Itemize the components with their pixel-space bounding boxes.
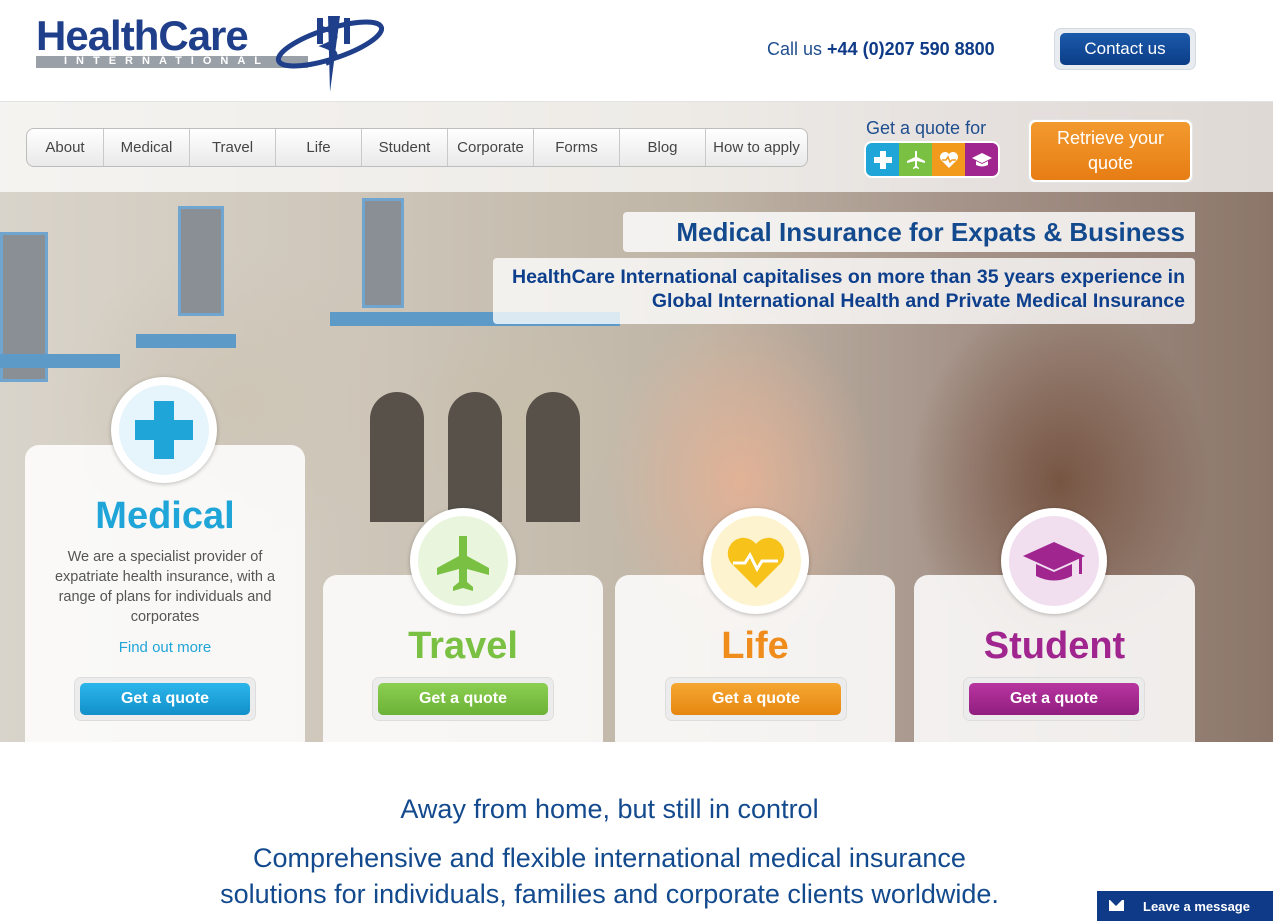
- card-medical-find-out-more[interactable]: Find out more: [25, 639, 305, 656]
- intro-tagline: Away from home, but still in control: [400, 794, 819, 824]
- background-window: [178, 206, 224, 316]
- graduation-cap-icon: [1009, 516, 1099, 606]
- hero-headline-box: Medical Insurance for Expats & Business: [623, 212, 1195, 252]
- heart-icon[interactable]: [932, 143, 965, 176]
- card-travel-circle: [410, 508, 516, 614]
- plane-icon: [418, 516, 508, 606]
- card-life-button-wrap: Get a quote: [666, 678, 846, 720]
- get-quote-for-label: Get a quote for: [866, 118, 987, 138]
- retrieve-quote-line2: quote: [1087, 153, 1134, 173]
- hero-subhead: HealthCare International capitalises on …: [495, 265, 1185, 313]
- card-medical-circle: [111, 377, 217, 483]
- nav-item-travel[interactable]: Travel: [190, 129, 276, 166]
- intro-line-2: solutions for individuals, families and …: [220, 879, 999, 909]
- logo[interactable]: HealthCare INTERNATIONAL: [34, 8, 386, 94]
- contact-us-button[interactable]: Contact us: [1060, 33, 1190, 65]
- logo-text: HealthCare: [36, 12, 249, 59]
- graduation-cap-icon[interactable]: [965, 143, 998, 176]
- nav-item-corporate[interactable]: Corporate: [448, 129, 534, 166]
- background-balcony: [0, 354, 120, 368]
- card-medical-title: Medical: [95, 495, 235, 537]
- card-travel-button-wrap: Get a quote: [373, 678, 553, 720]
- nav-item-blog[interactable]: Blog: [620, 129, 706, 166]
- retrieve-quote-button[interactable]: Retrieve your quote: [1031, 122, 1190, 180]
- card-life-circle: [703, 508, 809, 614]
- site-header: HealthCare INTERNATIONAL Call us +44 (0)…: [0, 0, 1273, 102]
- card-life-title: Life: [721, 625, 789, 667]
- leave-a-message-widget[interactable]: Leave a message: [1097, 891, 1273, 921]
- card-medical-button-wrap: Get a quote: [75, 678, 255, 720]
- card-student-circle: [1001, 508, 1107, 614]
- background-arch: [370, 392, 424, 522]
- nav-item-forms[interactable]: Forms: [534, 129, 620, 166]
- card-student-title: Student: [983, 625, 1126, 667]
- nav-item-how-to-apply[interactable]: How to apply: [706, 129, 807, 166]
- background-arch: [448, 392, 502, 522]
- nav-item-life[interactable]: Life: [276, 129, 362, 166]
- leave-a-message-label: Leave a message: [1143, 899, 1250, 914]
- nav-item-about[interactable]: About: [27, 129, 104, 166]
- card-life-quote-button[interactable]: Get a quote: [671, 683, 841, 715]
- nav-item-student[interactable]: Student: [362, 129, 448, 166]
- main-nav: About Medical Travel Life Student Corpor…: [26, 128, 808, 167]
- hero-subhead-line2: Global International Health and Private …: [651, 290, 1185, 312]
- caduceus-icon: [275, 16, 385, 92]
- call-us: Call us +44 (0)207 590 8800: [767, 39, 995, 60]
- medical-cross-icon: [119, 385, 209, 475]
- envelope-icon: [1109, 900, 1124, 911]
- card-medical-description: We are a specialist provider of expatria…: [54, 549, 276, 625]
- hero-headline: Medical Insurance for Expats & Business: [676, 217, 1185, 247]
- background-window: [362, 198, 404, 308]
- card-travel-title: Travel: [408, 625, 518, 667]
- medical-cross-icon[interactable]: [866, 143, 899, 176]
- retrieve-quote-line1: Retrieve your: [1056, 128, 1165, 148]
- phone-link[interactable]: +44 (0)207 590 8800: [827, 39, 995, 59]
- nav-item-medical[interactable]: Medical: [104, 129, 190, 166]
- card-student-quote-button[interactable]: Get a quote: [969, 683, 1139, 715]
- intro-line-1: Comprehensive and flexible international…: [253, 843, 966, 873]
- heart-icon: [711, 516, 801, 606]
- hero-subhead-line1: HealthCare International capitalises on …: [511, 266, 1185, 288]
- logo-subtext: INTERNATIONAL: [64, 55, 271, 67]
- quote-icons: [866, 143, 998, 176]
- card-student-button-wrap: Get a quote: [964, 678, 1144, 720]
- hero-banner: About Medical Travel Life Student Corpor…: [0, 102, 1273, 742]
- plane-icon[interactable]: [899, 143, 932, 176]
- card-medical-quote-button[interactable]: Get a quote: [80, 683, 250, 715]
- hero-subhead-box: HealthCare International capitalises on …: [493, 258, 1195, 324]
- contact-button-wrap: Contact us: [1055, 29, 1195, 69]
- call-prefix: Call us: [767, 39, 823, 59]
- background-arch: [526, 392, 580, 522]
- card-travel-quote-button[interactable]: Get a quote: [378, 683, 548, 715]
- background-balcony: [136, 334, 236, 348]
- retrieve-quote-wrap: Retrieve your quote: [1029, 120, 1192, 182]
